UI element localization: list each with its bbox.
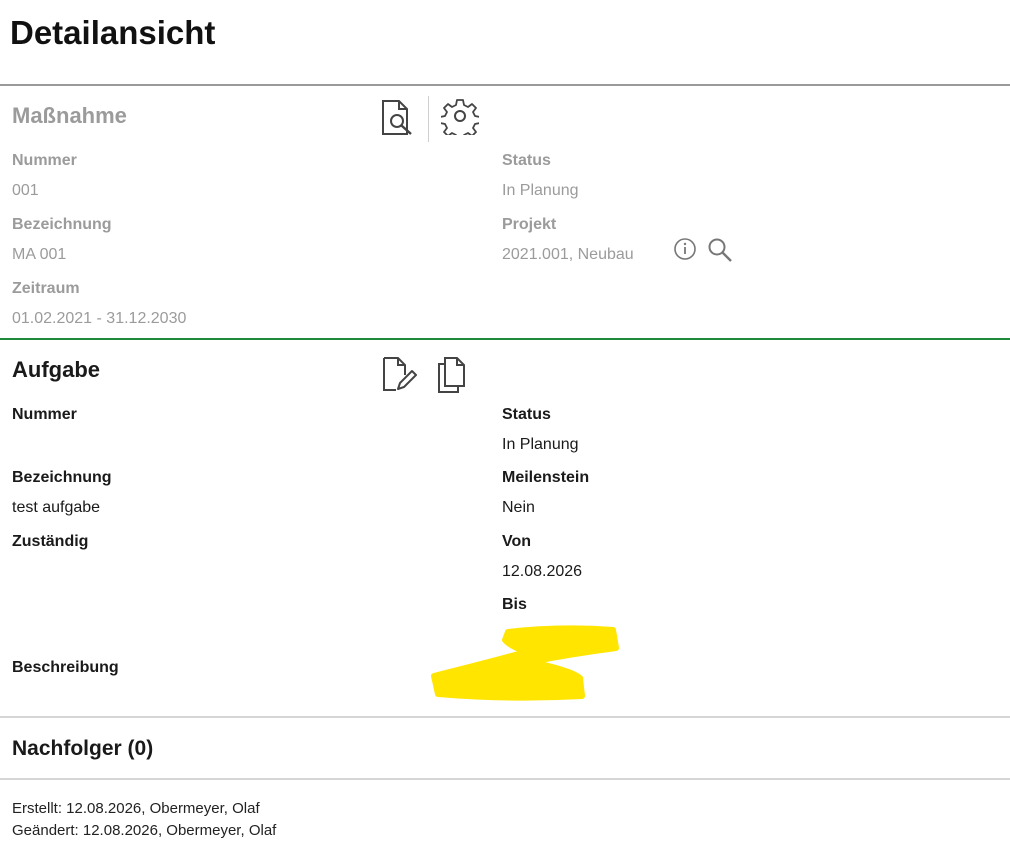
label-aufgabe-nummer: Nummer bbox=[12, 406, 77, 423]
label-aufgabe-bezeichnung: Bezeichnung bbox=[12, 469, 112, 486]
label-massnahme-bezeichnung: Bezeichnung bbox=[12, 216, 112, 233]
toolbar-separator bbox=[428, 96, 429, 142]
title-divider bbox=[0, 84, 1010, 86]
value-massnahme-nummer: 001 bbox=[12, 182, 39, 199]
value-aufgabe-bezeichnung: test aufgabe bbox=[12, 499, 101, 516]
value-aufgabe-status: In Planung bbox=[502, 436, 579, 453]
footer-divider bbox=[0, 778, 1010, 780]
label-aufgabe-status: Status bbox=[502, 406, 551, 423]
label-aufgabe-zustaendig: Zuständig bbox=[12, 533, 89, 550]
value-massnahme-projekt: 2021.001, Neubau bbox=[502, 246, 634, 263]
section-divider bbox=[0, 716, 1010, 718]
document-search-icon[interactable] bbox=[380, 99, 414, 137]
label-massnahme-nummer: Nummer bbox=[12, 152, 77, 169]
label-massnahme-zeitraum: Zeitraum bbox=[12, 280, 80, 297]
section-title-massnahme: Maßnahme bbox=[12, 103, 127, 128]
label-massnahme-projekt: Projekt bbox=[502, 216, 557, 233]
section-title-aufgabe: Aufgabe bbox=[12, 357, 100, 382]
edit-document-icon[interactable] bbox=[381, 355, 417, 393]
label-aufgabe-meilenstein: Meilenstein bbox=[502, 469, 590, 486]
section-title-nachfolger[interactable]: Nachfolger (0) bbox=[12, 737, 153, 761]
footer-created: Erstellt: 12.08.2026, Obermeyer, Olaf bbox=[12, 800, 260, 817]
label-aufgabe-bis: Bis bbox=[502, 596, 527, 613]
value-massnahme-status: In Planung bbox=[502, 182, 579, 199]
value-massnahme-zeitraum: 01.02.2021 - 31.12.2030 bbox=[12, 310, 187, 327]
section-divider-active bbox=[0, 338, 1010, 340]
copy-icon[interactable] bbox=[436, 355, 468, 393]
footer-changed: Geändert: 12.08.2026, Obermeyer, Olaf bbox=[12, 822, 277, 839]
label-aufgabe-von: Von bbox=[502, 533, 532, 550]
gear-icon[interactable] bbox=[441, 97, 479, 135]
redaction-scribble bbox=[430, 618, 630, 713]
label-massnahme-status: Status bbox=[502, 152, 551, 169]
value-aufgabe-meilenstein: Nein bbox=[502, 499, 535, 516]
value-aufgabe-von: 12.08.2026 bbox=[502, 563, 583, 580]
info-icon[interactable] bbox=[673, 237, 697, 261]
page-title: Detailansicht bbox=[10, 14, 216, 51]
label-aufgabe-beschreibung: Beschreibung bbox=[12, 659, 119, 676]
value-massnahme-bezeichnung: MA 001 bbox=[12, 246, 67, 263]
search-icon[interactable] bbox=[707, 237, 733, 263]
